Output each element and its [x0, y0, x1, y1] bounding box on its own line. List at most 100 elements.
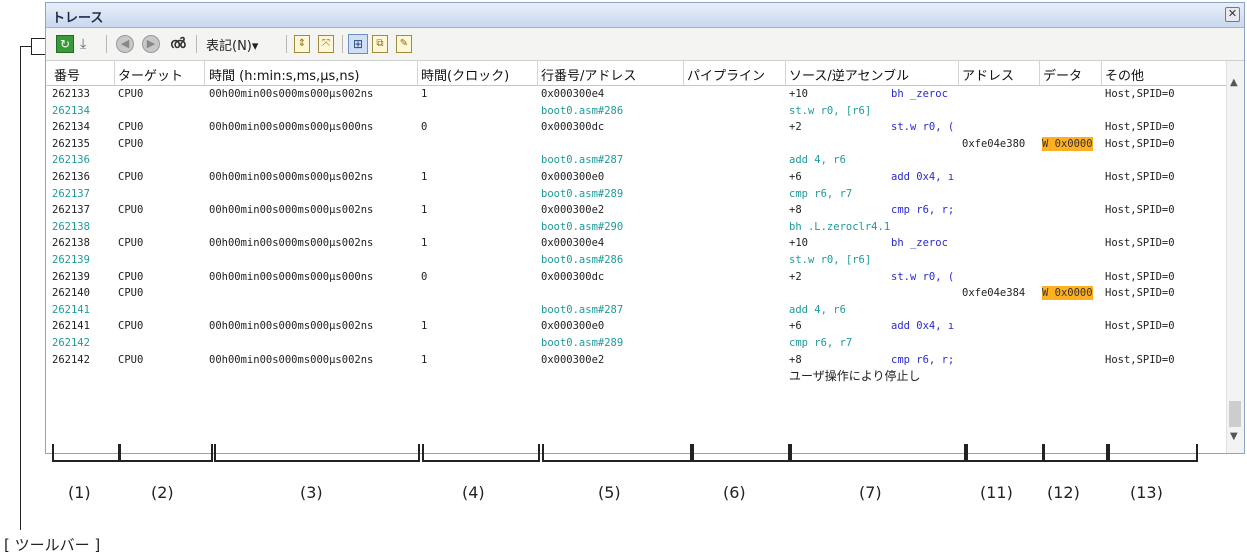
- cell-clock: 1: [421, 320, 428, 333]
- column-divider[interactable]: [785, 61, 786, 85]
- column-divider[interactable]: [204, 61, 205, 85]
- find-button[interactable]: ൽ: [170, 34, 186, 54]
- cell-addr: boot0.asm#286: [541, 254, 624, 266]
- cell-addr: boot0.asm#290: [541, 220, 624, 233]
- callout-number: (12): [1047, 483, 1080, 502]
- scroll-down-icon[interactable]: ▼: [1230, 431, 1238, 442]
- col-source[interactable]: ソース/逆アセンブル: [789, 65, 909, 84]
- callout-bracket: [1043, 444, 1108, 462]
- cell-asm: cmp r6, r;: [891, 353, 955, 366]
- cell-time: 00h00min00s000ms000µs002ns: [209, 88, 374, 100]
- cell-src: cmp r6, r7: [789, 187, 853, 200]
- table-row[interactable]: 262142 CPU0 00h00min00s000ms000µs002ns 1 0x0…: [46, 352, 1226, 368]
- col-number[interactable]: 番号: [54, 65, 80, 84]
- cell-clock: 0: [421, 270, 428, 283]
- cell-num: 262138: [52, 237, 90, 250]
- cell-time: 00h00min00s000ms000µs002ns: [209, 320, 374, 333]
- cell-target: CPU0: [118, 270, 144, 283]
- cell-num: 262142: [52, 353, 90, 366]
- jump-button[interactable]: ⤧: [318, 34, 334, 54]
- edit-button[interactable]: ✎: [396, 34, 412, 54]
- cell-num: 262140: [52, 287, 90, 300]
- cell-target: CPU0: [118, 353, 144, 366]
- column-divider[interactable]: [417, 61, 418, 85]
- table-row[interactable]: ユーザ操作により停止し: [46, 368, 1226, 384]
- cell-src: +2: [789, 121, 802, 134]
- cell-target: CPU0: [118, 204, 144, 217]
- callout-bracket: [119, 444, 213, 462]
- toolbar-label: [ ツールバー ]: [4, 536, 101, 554]
- table-row[interactable]: 262141 CPU0 00h00min00s000ms000µs002ns 1 0x0…: [46, 318, 1226, 334]
- cell-target: CPU0: [118, 88, 144, 100]
- scroll-thumb[interactable]: [1229, 401, 1241, 427]
- cell-time: 00h00min00s000ms000µs000ns: [209, 121, 374, 134]
- cell-src: +6: [789, 320, 802, 333]
- col-pipeline[interactable]: パイプライン: [687, 65, 765, 84]
- table-row[interactable]: 262134 boot0.asm#286 st.w r0, [r6]: [46, 103, 1226, 119]
- col-clock[interactable]: 時間(クロック): [421, 65, 509, 84]
- view-menu-button[interactable]: 表記(N)▾: [206, 34, 258, 54]
- link-button[interactable]: ⇕: [294, 34, 310, 54]
- col-time[interactable]: 時間 (h:min:s,ms,μs,ns): [209, 65, 359, 84]
- table-row[interactable]: 262139 CPU0 00h00min00s000ms000µs000ns 0 0x0…: [46, 269, 1226, 285]
- cell-time: 00h00min00s000ms000µs002ns: [209, 171, 374, 183]
- cell-addr: 0x000300dc: [541, 270, 605, 283]
- table-row[interactable]: 262137 CPU0 00h00min00s000ms000µs002ns 1 0x0…: [46, 202, 1226, 218]
- cell-addr: 0x000300e4: [541, 88, 605, 100]
- link-icon: ⇕: [294, 35, 310, 53]
- close-button[interactable]: ✕: [1225, 7, 1240, 22]
- table-row[interactable]: 262138 CPU0 00h00min00s000ms000µs002ns 1 0x0…: [46, 235, 1226, 251]
- cell-src: +10: [789, 237, 808, 250]
- cell-num: 262137: [52, 187, 90, 200]
- table-row[interactable]: 262142 boot0.asm#289 cmp r6, r7: [46, 335, 1226, 351]
- table-row[interactable]: 262139 boot0.asm#286 st.w r0, [r6]: [46, 252, 1226, 268]
- back-button[interactable]: ◀: [116, 34, 134, 54]
- binoculars-icon: ൽ: [170, 36, 186, 52]
- table-row[interactable]: 262133 CPU0 00h00min00s000ms000µs002ns 1 0x0…: [46, 86, 1226, 102]
- table-row[interactable]: 262136 boot0.asm#287 add 4, r6: [46, 152, 1226, 168]
- mixed-display-button[interactable]: ⊞: [348, 34, 368, 54]
- column-divider[interactable]: [1101, 61, 1102, 85]
- column-divider[interactable]: [114, 61, 115, 85]
- column-divider[interactable]: [1039, 61, 1040, 85]
- vertical-scrollbar[interactable]: ▲ ▼: [1226, 61, 1244, 453]
- cell-addr: 0x000300e0: [541, 320, 605, 333]
- jump-icon: ⤧: [318, 35, 334, 53]
- col-data[interactable]: データ: [1043, 65, 1082, 84]
- cell-other: Host,SPID=0: [1105, 287, 1175, 300]
- scroll-up-icon[interactable]: ▲: [1230, 77, 1238, 88]
- cell-other: Host,SPID=0: [1105, 353, 1175, 366]
- copy-button[interactable]: ⧉: [372, 34, 388, 54]
- filter-button[interactable]: ⤓: [80, 34, 86, 54]
- table-row[interactable]: 262140 CPU0 0xfe04e384 W 0x0000 Host,SPID=0: [46, 285, 1226, 301]
- forward-button[interactable]: ▶: [142, 34, 160, 54]
- trace-table-body[interactable]: 262133 CPU0 00h00min00s000ms000µs002ns 1 0x0…: [46, 86, 1226, 446]
- table-row[interactable]: 262135 CPU0 0xfe04e380 W 0x0000 Host,SPID=0: [46, 136, 1226, 152]
- table-row[interactable]: 262141 boot0.asm#287 add 4, r6: [46, 302, 1226, 318]
- col-other[interactable]: その他: [1105, 65, 1144, 84]
- toolbar-leader-line: [20, 46, 21, 530]
- cell-addr: 0x000300e4: [541, 237, 605, 250]
- col-line-address[interactable]: 行番号/アドレス: [541, 65, 636, 84]
- col-address[interactable]: アドレス: [962, 65, 1014, 84]
- cell-data: W 0x0000: [1042, 286, 1093, 301]
- column-divider[interactable]: [683, 61, 684, 85]
- col-target[interactable]: ターゲット: [118, 65, 183, 84]
- table-row[interactable]: 262134 CPU0 00h00min00s000ms000µs000ns 0 0x0…: [46, 119, 1226, 135]
- cell-other: Host,SPID=0: [1105, 270, 1175, 283]
- column-divider[interactable]: [537, 61, 538, 85]
- cell-src: +10: [789, 88, 808, 100]
- toolbar-bracket-line: [31, 38, 32, 54]
- table-row[interactable]: 262137 boot0.asm#289 cmp r6, r7: [46, 186, 1226, 202]
- callout-number: (3): [300, 483, 323, 502]
- callout-bracket: [214, 444, 420, 462]
- cell-asm: cmp r6, r;: [891, 204, 955, 217]
- column-divider[interactable]: [958, 61, 959, 85]
- cell-num: 262137: [52, 204, 90, 217]
- cell-num: 262136: [52, 171, 90, 183]
- table-row[interactable]: 262138 boot0.asm#290 bh .L.zeroclr4.1: [46, 219, 1226, 235]
- toolbar: ↻ ⤓ ◀ ▶ ൽ 表記(N)▾ ⇕ ⤧ ⊞ ⧉ ✎: [46, 28, 1244, 61]
- table-row[interactable]: 262136 CPU0 00h00min00s000ms000µs002ns 1 0x0…: [46, 169, 1226, 185]
- cell-addr: boot0.asm#289: [541, 337, 624, 349]
- refresh-button[interactable]: ↻: [56, 34, 74, 54]
